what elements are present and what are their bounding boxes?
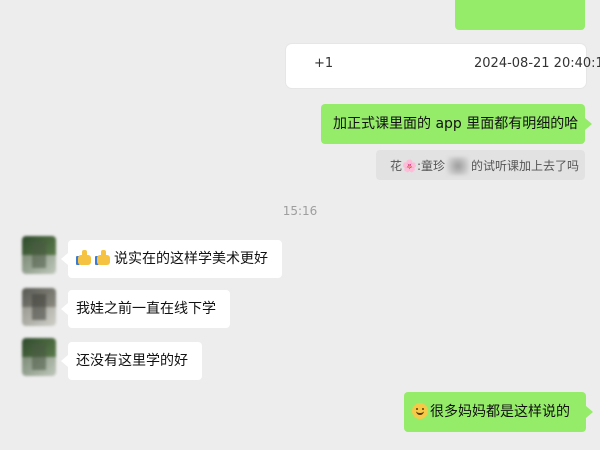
previous-message-bubble[interactable] bbox=[455, 0, 585, 30]
bubble-tail bbox=[586, 406, 593, 418]
message-text: 还没有这里学的好 bbox=[76, 353, 188, 369]
flower-icon: 🌸 bbox=[402, 159, 417, 173]
quote-prefix: 花 bbox=[390, 159, 403, 173]
contact-avatar[interactable] bbox=[22, 338, 56, 376]
message-timestamp: 15:16 bbox=[282, 204, 318, 218]
thumbs-up-icon bbox=[76, 250, 93, 266]
self-message-bubble[interactable]: 很多妈妈都是这样说的 bbox=[404, 392, 586, 432]
record-count: +1 bbox=[314, 56, 334, 71]
message-text: 很多妈妈都是这样说的 bbox=[430, 404, 570, 420]
message-text: 加正式课里面的 app 里面都有明细的哈 bbox=[333, 116, 579, 132]
quoted-message[interactable]: 花🌸:童珍 的试听课加上去了吗 bbox=[376, 150, 585, 180]
quote-mid: :童珍 bbox=[416, 159, 446, 173]
bubble-tail bbox=[61, 355, 68, 367]
bubble-tail bbox=[61, 253, 68, 265]
contact-avatar[interactable] bbox=[22, 236, 56, 274]
smile-icon bbox=[412, 403, 428, 419]
chat-area[interactable]: +1 2024-08-21 20:40:16 加正式课里面的 app 里面都有明… bbox=[0, 0, 600, 450]
quote-suffix: 的试听课加上去了吗 bbox=[471, 159, 580, 173]
thumbs-up-icon bbox=[95, 250, 112, 266]
self-message-bubble[interactable]: 加正式课里面的 app 里面都有明细的哈 bbox=[321, 104, 585, 144]
contact-message-bubble[interactable]: 我娃之前一直在线下学 bbox=[68, 290, 230, 328]
contact-message-bubble[interactable]: 还没有这里学的好 bbox=[68, 342, 202, 380]
bubble-tail bbox=[585, 118, 592, 130]
message-text: 说实在的这样学美术更好 bbox=[114, 251, 268, 267]
record-time: 2024-08-21 20:40:16 bbox=[474, 56, 600, 71]
contact-avatar[interactable] bbox=[22, 288, 56, 326]
message-text: 我娃之前一直在线下学 bbox=[76, 301, 216, 317]
redacted-blur bbox=[447, 157, 470, 175]
contact-message-bubble[interactable]: 说实在的这样学美术更好 bbox=[68, 240, 282, 278]
bubble-tail bbox=[61, 303, 68, 315]
chat-record-card[interactable]: +1 2024-08-21 20:40:16 bbox=[286, 44, 600, 88]
